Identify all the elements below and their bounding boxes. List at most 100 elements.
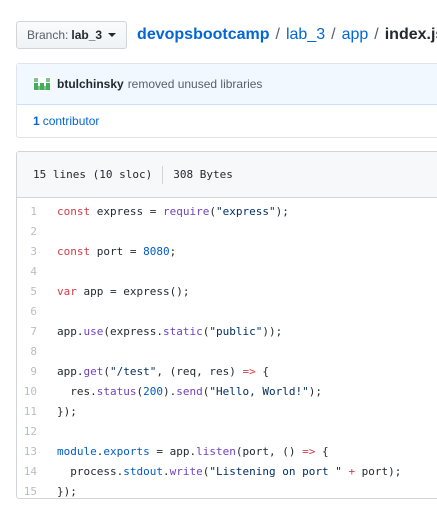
line-number[interactable]: 5 [17,285,57,298]
commit-author-link[interactable]: btulchinsky [57,77,124,91]
line-number[interactable]: 6 [17,305,57,318]
file-info-header: 15 lines (10 sloc) 308 Bytes [17,152,437,198]
code-line: 7 app.use(express.static("public")); [17,321,437,341]
contributors-count: 1 [33,114,40,128]
code-line: 6 [17,301,437,321]
code-token: port = [90,244,144,258]
commit-tease: btulchinsky removed unused libraries 1 c… [16,63,437,138]
breadcrumb-folder-lab3[interactable]: lab_3 [286,26,325,43]
code-token: { [255,364,269,378]
code-token: )); [262,324,283,338]
breadcrumb-current-file: index.js [384,26,437,43]
code-token: (port, () [235,444,303,458]
code-line: 3 const port = 8080; [17,241,437,261]
line-content: }); [57,485,77,498]
line-number[interactable]: 7 [17,325,57,338]
caret-down-icon [108,33,117,37]
contributors-row[interactable]: 1 contributor [17,105,437,137]
code-token: ( [209,204,216,218]
line-number[interactable]: 14 [17,465,57,478]
code-token: ( [103,364,110,378]
code-line: 12 [17,421,437,441]
line-number[interactable]: 2 [17,225,57,238]
code-line: 14 process.stdout.write("Listening on po… [17,461,437,481]
code-line: 2 [17,221,437,241]
code-token: res. [57,384,97,398]
breadcrumb-separator: / [374,26,379,43]
breadcrumb-separator: / [275,26,280,43]
code-line: 13 module.exports = app.listen(port, () =… [17,441,437,461]
identicon-icon [33,77,51,91]
line-number[interactable]: 12 [17,425,57,438]
code-token: "Hello, World!" [209,384,309,398]
code-token: require [162,204,210,218]
code-token: { [315,444,329,458]
file-viewer: 15 lines (10 sloc) 308 Bytes 1 const expr… [16,151,437,499]
code-token: ; [169,244,177,258]
code-token: }); [57,404,77,418]
code-token: "express" [215,204,276,218]
line-number[interactable]: 1 [17,205,57,218]
line-content: const express = require("express"); [57,205,289,218]
breadcrumb-repo-link[interactable]: devopsbootcamp [137,26,269,43]
avatar[interactable] [33,77,51,91]
code-token: app. [57,324,84,338]
code-token: 8080 [143,244,170,258]
line-number[interactable]: 11 [17,405,57,418]
code-line: 15}); [17,481,437,498]
code-token: exports [103,444,150,458]
code-token: express = [90,204,163,218]
commit-message-link[interactable]: removed unused libraries [128,77,263,91]
code-token: const [57,244,91,258]
code-token: => [242,364,256,378]
code-line: 8 [17,341,437,361]
contributors-label: contributor [42,114,100,128]
code-token: use [83,324,104,338]
file-info-divider [162,165,164,184]
code-token: ); [275,204,289,218]
code-token: ). [163,384,177,398]
line-number[interactable]: 13 [17,445,57,458]
code-token: }); [57,484,77,498]
code-token: "Listening on port " [209,464,342,478]
code-token: stdout [123,464,163,478]
code-token: send [176,384,203,398]
code-token: write [169,464,203,478]
code-token: app. [57,364,84,378]
code-token: . [162,464,170,478]
line-content: res.status(200).send("Hello, World!"); [57,385,322,398]
latest-commit-row: btulchinsky removed unused libraries [17,64,437,105]
file-navigation: Branch: lab_3 devopsbootcamp / lab_3 / app / i… [16,19,437,51]
code-token: module [57,444,97,458]
code-line: 5 var app = express(); [17,281,437,301]
code-line: 9 app.get("/test", (req, res) => { [17,361,437,381]
line-number[interactable]: 8 [17,345,57,358]
line-number[interactable]: 9 [17,365,57,378]
branch-label: Branch: [27,28,69,42]
breadcrumb-separator: / [331,26,336,43]
line-content: module.exports = app.listen(port, () => … [57,445,329,458]
code-token: const [57,204,91,218]
branch-value: lab_3 [71,28,103,42]
code-line: 1 const express = require("express"); [17,201,437,221]
breadcrumb: devopsbootcamp/lab_3/app/index.js/ [137,26,437,44]
code-token: 200 [143,384,163,398]
line-number[interactable]: 15 [17,485,57,498]
file-size: 308 Bytes [173,168,233,181]
code-blob: 1 const express = require("express"); 2 3 co… [17,198,437,498]
line-content: const port = 8080; [57,245,176,258]
code-token: get [83,364,104,378]
branch-select-button[interactable]: Branch: lab_3 [16,21,128,49]
line-number[interactable]: 4 [17,265,57,278]
code-token: => [302,444,316,458]
line-content: }); [57,405,77,418]
line-number[interactable]: 3 [17,245,57,258]
code-token: listen [196,444,236,458]
code-token: port); [355,464,402,478]
code-token: (express. [103,324,163,338]
line-number[interactable]: 10 [17,385,57,398]
code-token: "/test" [110,364,157,378]
code-token: var [57,284,77,298]
line-content: var app = express(); [57,285,189,298]
breadcrumb-folder-app[interactable]: app [342,26,369,43]
